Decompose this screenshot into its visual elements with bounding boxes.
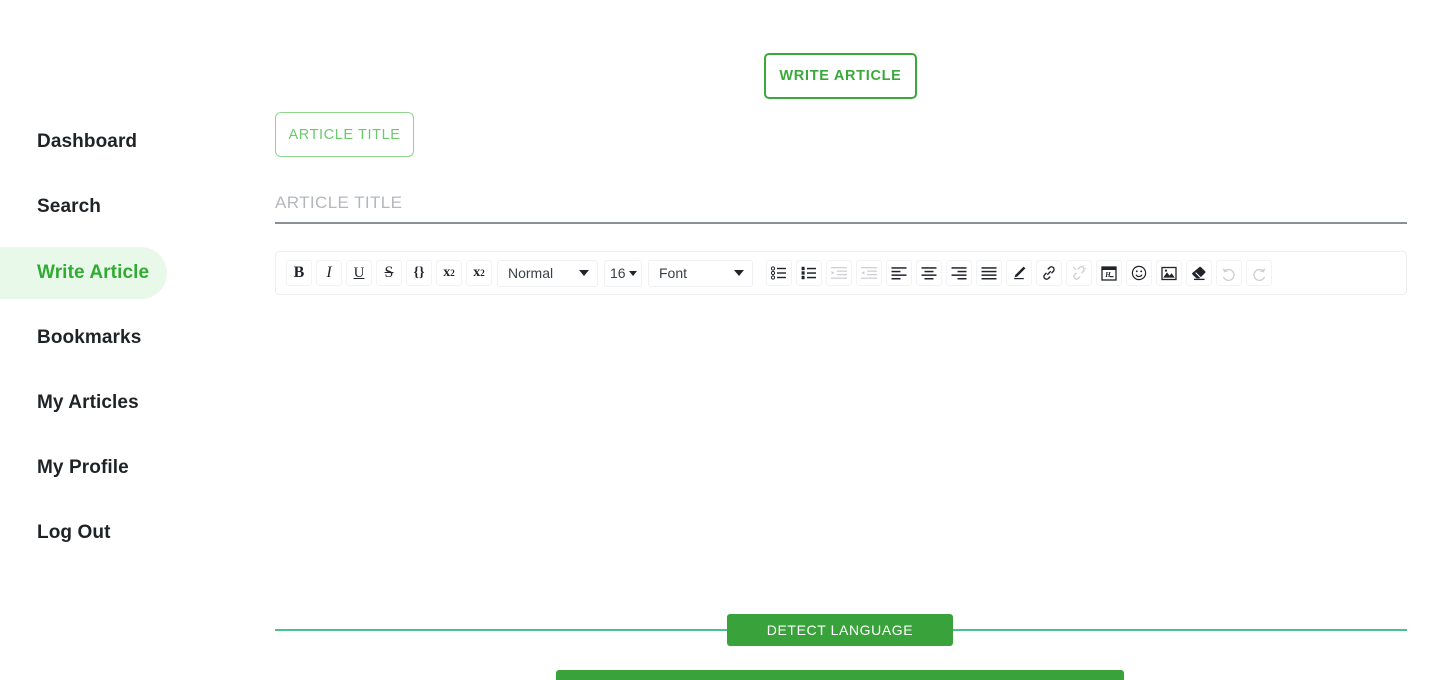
- image-icon[interactable]: [1156, 260, 1182, 286]
- chevron-down-icon: [734, 270, 744, 276]
- align-right-icon[interactable]: [946, 260, 972, 286]
- superscript-button[interactable]: x2: [436, 260, 462, 286]
- sidebar-item-label: Write Article: [37, 262, 150, 283]
- emoji-icon[interactable]: [1126, 260, 1152, 286]
- sidebar-item-search[interactable]: Search: [0, 181, 167, 233]
- align-justify-icon[interactable]: [976, 260, 1002, 286]
- sidebar-item-dashboard[interactable]: Dashboard: [0, 116, 167, 168]
- undo-icon: [1216, 260, 1242, 286]
- sidebar-item-label: Bookmarks: [37, 327, 142, 348]
- code-button[interactable]: {}: [406, 260, 432, 286]
- write-article-button[interactable]: WRITE ARTICLE: [764, 53, 917, 99]
- chevron-down-icon: [629, 270, 637, 276]
- sidebar-item-my-articles[interactable]: My Articles: [0, 377, 167, 429]
- unlink-icon: [1066, 260, 1092, 286]
- subscript-index: 2: [480, 267, 485, 278]
- italic-button[interactable]: I: [316, 260, 342, 286]
- bullet-list-icon[interactable]: [766, 260, 792, 286]
- sidebar-item-label: Search: [37, 196, 101, 217]
- font-family-select[interactable]: Font: [648, 259, 753, 287]
- header-style-select[interactable]: Normal: [497, 259, 598, 287]
- align-left-icon[interactable]: [886, 260, 912, 286]
- sidebar: Dashboard Search Write Article Bookmarks…: [0, 0, 275, 680]
- sidebar-item-label: Dashboard: [37, 131, 138, 152]
- subscript-button[interactable]: x2: [466, 260, 492, 286]
- numbered-list-icon[interactable]: [796, 260, 822, 286]
- editor-content-area[interactable]: [275, 295, 1407, 631]
- underline-button[interactable]: U: [346, 260, 372, 286]
- sidebar-item-my-profile[interactable]: My Profile: [0, 442, 167, 494]
- editor-toolbar: B I U S {} x2 x2 Normal 16 Font H: [275, 251, 1407, 295]
- rich-text-editor: B I U S {} x2 x2 Normal 16 Font H: [275, 251, 1407, 631]
- sidebar-item-label: My Articles: [37, 392, 139, 413]
- highlight-pen-icon[interactable]: [1006, 260, 1032, 286]
- article-title-input[interactable]: [275, 188, 1407, 224]
- embed-code-icon[interactable]: H: [1096, 260, 1122, 286]
- indent-increase-icon: [826, 260, 852, 286]
- superscript-exponent: 2: [450, 267, 455, 278]
- strikethrough-button[interactable]: S: [376, 260, 402, 286]
- sidebar-item-bookmarks[interactable]: Bookmarks: [0, 312, 167, 364]
- sidebar-item-label: Log Out: [37, 522, 111, 543]
- clear-format-icon[interactable]: [1186, 260, 1212, 286]
- detect-language-button[interactable]: DETECT LANGUAGE: [727, 614, 953, 646]
- redo-icon: [1246, 260, 1272, 286]
- indent-decrease-icon: [856, 260, 882, 286]
- page-root: Dashboard Search Write Article Bookmarks…: [0, 0, 1440, 680]
- superscript-base: x: [443, 265, 451, 280]
- link-icon[interactable]: [1036, 260, 1062, 286]
- bold-button[interactable]: B: [286, 260, 312, 286]
- main-content: WRITE ARTICLE ARTICLE TITLE B I U S {} x…: [275, 0, 1440, 680]
- subscript-base: x: [473, 265, 481, 280]
- font-family-value: Font: [659, 265, 688, 281]
- font-size-select[interactable]: 16: [604, 259, 642, 287]
- font-size-value: 16: [610, 265, 626, 281]
- sidebar-item-log-out[interactable]: Log Out: [0, 507, 167, 559]
- article-title-button[interactable]: ARTICLE TITLE: [275, 112, 414, 157]
- chevron-down-icon: [579, 270, 589, 276]
- svg-text:H: H: [1104, 271, 1111, 279]
- publish-article-button[interactable]: [556, 670, 1124, 680]
- sidebar-item-label: My Profile: [37, 457, 129, 478]
- sidebar-item-write-article[interactable]: Write Article: [0, 247, 167, 299]
- align-center-icon[interactable]: [916, 260, 942, 286]
- header-style-value: Normal: [508, 265, 554, 281]
